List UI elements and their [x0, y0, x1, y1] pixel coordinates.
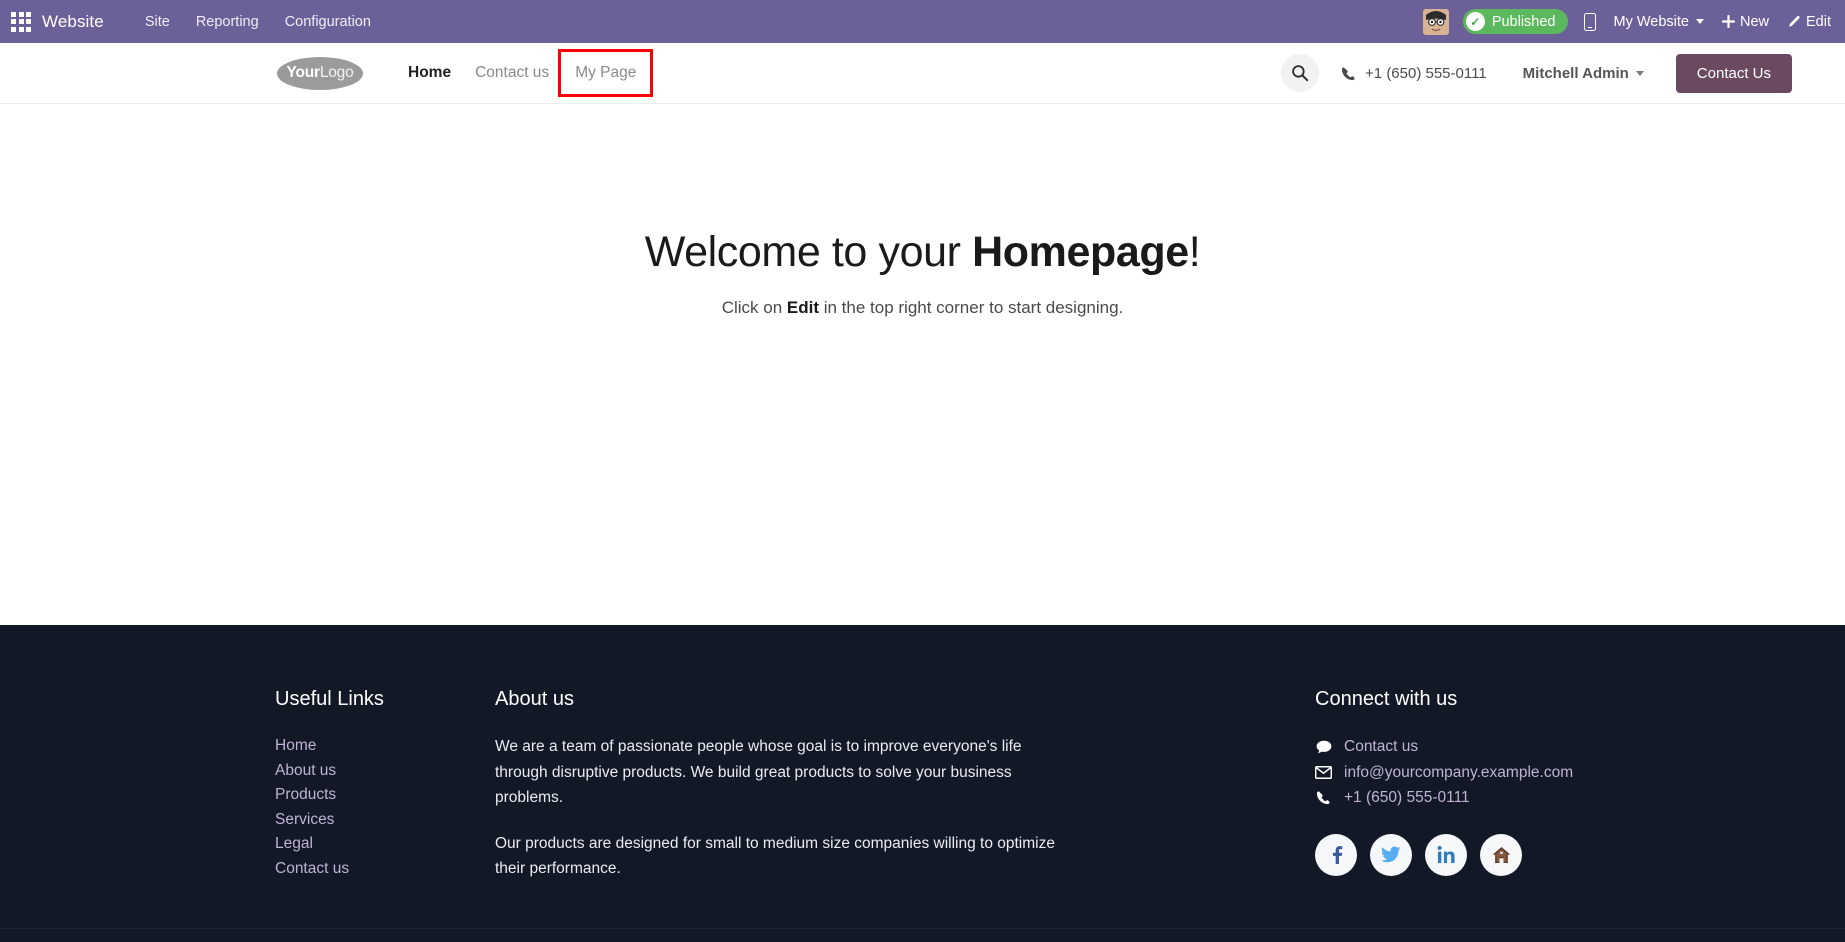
footer-link-about-us[interactable]: About us: [275, 759, 495, 784]
footer-connect-title: Connect with us: [1315, 687, 1645, 711]
facebook-icon[interactable]: [1315, 834, 1357, 876]
page-subtitle: Click on Edit in the top right corner to…: [722, 298, 1124, 318]
website-selector[interactable]: My Website: [1614, 14, 1704, 30]
footer-contact-label: Contact us: [1344, 734, 1418, 760]
page-title: Welcome to your Homepage!: [645, 227, 1201, 279]
avatar[interactable]: [1423, 9, 1449, 35]
contact-us-button[interactable]: Contact Us: [1676, 54, 1792, 93]
new-label: New: [1740, 14, 1769, 30]
mobile-preview-icon[interactable]: [1584, 13, 1596, 31]
page-title-suffix: !: [1189, 228, 1201, 276]
site-navigation: Home Contact us My Page: [396, 52, 650, 94]
copyright-bar: Copyright © Company name: [0, 928, 1845, 942]
site-footer: Useful Links Home About us Products Serv…: [0, 625, 1845, 928]
twitter-icon[interactable]: [1370, 834, 1412, 876]
header-phone[interactable]: +1 (650) 555-0111: [1341, 65, 1487, 82]
website-header: YourLogo Home Contact us My Page +1 (650…: [0, 43, 1845, 104]
user-menu[interactable]: Mitchell Admin: [1523, 65, 1644, 82]
phone-icon: [1315, 790, 1332, 805]
footer-columns: Useful Links Home About us Products Serv…: [275, 687, 1645, 882]
footer-link-contact-us[interactable]: Contact us: [275, 857, 495, 882]
edit-button[interactable]: Edit: [1787, 14, 1831, 30]
page-subtitle-bold: Edit: [787, 298, 819, 317]
footer-useful-links-title: Useful Links: [275, 687, 495, 711]
sysmenu-item-site[interactable]: Site: [132, 8, 183, 36]
footer-contact-row-contact[interactable]: Contact us: [1315, 734, 1645, 760]
footer-link-home[interactable]: Home: [275, 734, 495, 759]
check-icon: ✓: [1466, 12, 1485, 31]
nav-link-home[interactable]: Home: [396, 56, 463, 90]
search-glyph: [1291, 64, 1309, 82]
chevron-down-icon: [1696, 19, 1704, 24]
nav-link-contact-us[interactable]: Contact us: [463, 56, 561, 90]
avatar-image: [1423, 9, 1449, 35]
user-menu-label: Mitchell Admin: [1523, 65, 1629, 82]
footer-about-paragraph-1: We are a team of passionate people whose…: [495, 734, 1055, 811]
page-title-prefix: Welcome to your: [645, 228, 972, 276]
system-menu: Site Reporting Configuration: [132, 8, 384, 36]
new-button[interactable]: New: [1722, 14, 1769, 30]
published-toggle[interactable]: ✓ Published: [1463, 9, 1568, 34]
logo-text-light: Logo: [320, 65, 354, 81]
apps-grid-icon[interactable]: [10, 11, 32, 33]
site-logo[interactable]: YourLogo: [277, 57, 363, 90]
footer-email-label: info@yourcompany.example.com: [1344, 760, 1573, 786]
published-label: Published: [1492, 14, 1556, 30]
page-subtitle-prefix: Click on: [722, 298, 787, 317]
logo-text: YourLogo: [277, 57, 363, 90]
page-title-bold: Homepage: [972, 228, 1189, 276]
comment-icon: [1315, 740, 1332, 754]
system-navbar-right: ✓ Published My Website New Edit: [1423, 9, 1831, 35]
footer-phone-label: +1 (650) 555-0111: [1344, 785, 1470, 811]
footer-about-paragraph-2: Our products are designed for small to m…: [495, 831, 1055, 882]
header-phone-number: +1 (650) 555-0111: [1365, 65, 1487, 82]
footer-link-services[interactable]: Services: [275, 808, 495, 833]
phone-icon: [1341, 66, 1356, 81]
chevron-down-icon: [1636, 71, 1644, 76]
home-icon[interactable]: [1480, 834, 1522, 876]
footer-contact-row-phone[interactable]: +1 (650) 555-0111: [1315, 785, 1645, 811]
homepage-hero: Welcome to your Homepage! Click on Edit …: [0, 104, 1845, 625]
sysmenu-item-reporting[interactable]: Reporting: [183, 8, 272, 36]
nav-link-my-page[interactable]: My Page: [561, 52, 650, 94]
footer-spacer: [1055, 687, 1315, 882]
edit-label: Edit: [1806, 14, 1831, 30]
app-brand-website[interactable]: Website: [42, 12, 104, 32]
footer-link-products[interactable]: Products: [275, 783, 495, 808]
page-subtitle-suffix: in the top right corner to start designi…: [819, 298, 1123, 317]
footer-about-title: About us: [495, 687, 1055, 711]
plus-icon: [1722, 15, 1735, 28]
odoo-system-navbar: Website Site Reporting Configuration ✓ P…: [0, 0, 1845, 43]
footer-social-links: [1315, 834, 1645, 876]
footer-link-legal[interactable]: Legal: [275, 832, 495, 857]
footer-column-about: About us We are a team of passionate peo…: [495, 687, 1055, 882]
envelope-icon: [1315, 766, 1332, 779]
website-selector-label: My Website: [1614, 14, 1689, 30]
search-icon[interactable]: [1281, 54, 1319, 92]
logo-text-bold: Your: [286, 65, 319, 81]
website-header-right: +1 (650) 555-0111 Mitchell Admin Contact…: [1281, 54, 1805, 93]
sysmenu-item-configuration[interactable]: Configuration: [272, 8, 384, 36]
footer-column-connect: Connect with us Contact us info@yourcomp…: [1315, 687, 1645, 882]
footer-column-useful-links: Useful Links Home About us Products Serv…: [275, 687, 495, 882]
footer-contact-row-email[interactable]: info@yourcompany.example.com: [1315, 760, 1645, 786]
linkedin-icon[interactable]: [1425, 834, 1467, 876]
pencil-icon: [1787, 15, 1801, 29]
